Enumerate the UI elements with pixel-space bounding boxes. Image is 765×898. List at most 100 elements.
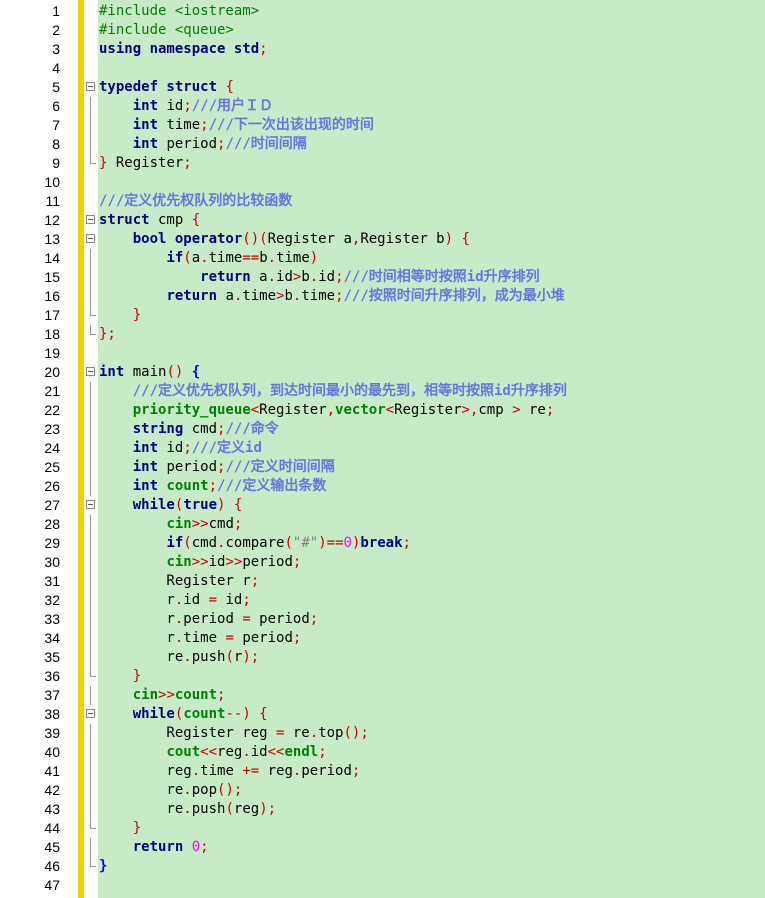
- code-line[interactable]: 8 int period;///时间间隔: [0, 135, 765, 154]
- code-line[interactable]: 1 #include <iostream>: [0, 2, 765, 21]
- code-line[interactable]: 42 re.pop();: [0, 781, 765, 800]
- code-token: }: [132, 820, 142, 836]
- code-text: if(a.time==b.time): [99, 249, 318, 268]
- code-token: =: [208, 592, 218, 608]
- code-token: cin: [166, 554, 192, 570]
- code-line[interactable]: 2 #include <queue>: [0, 21, 765, 40]
- code-line[interactable]: 4: [0, 59, 765, 78]
- code-token: a: [250, 269, 268, 285]
- code-token: >>: [158, 687, 175, 703]
- code-token: >>: [225, 554, 243, 570]
- code-line[interactable]: 19: [0, 344, 765, 363]
- code-line[interactable]: 32 r.id = id;: [0, 591, 765, 610]
- line-number: 34: [44, 630, 60, 646]
- fold-toggle-icon[interactable]: [86, 82, 95, 91]
- code-line[interactable]: 22 priority_queue<Register,vector<Regist…: [0, 401, 765, 420]
- code-token: ,: [326, 402, 336, 418]
- code-line[interactable]: 18};: [0, 325, 765, 344]
- code-token: "#": [292, 535, 319, 551]
- code-line[interactable]: 29 if(cmd.compare("#")==0)break;: [0, 534, 765, 553]
- code-line[interactable]: 36 }: [0, 667, 765, 686]
- fold-guide-line: [90, 268, 91, 287]
- fold-toggle-icon[interactable]: [86, 709, 95, 718]
- code-line[interactable]: 45 return 0;: [0, 838, 765, 857]
- code-token: ///用户ＩＤ: [191, 98, 274, 114]
- code-line[interactable]: 21 ///定义优先权队列，到达时间最小的最先到，相等时按照id升序排列: [0, 382, 765, 401]
- code-line[interactable]: 30 cin>>id>>period;: [0, 553, 765, 572]
- code-line[interactable]: 20 int main() {: [0, 363, 765, 382]
- code-line[interactable]: 10: [0, 173, 765, 192]
- code-line[interactable]: 31 Register r;: [0, 572, 765, 591]
- line-number: 27: [44, 497, 60, 513]
- fold-toggle-icon[interactable]: [86, 500, 95, 509]
- code-line[interactable]: 14 if(a.time==b.time): [0, 249, 765, 268]
- code-line[interactable]: 46}: [0, 857, 765, 876]
- code-line[interactable]: 27 while(true) {: [0, 496, 765, 515]
- code-token: ;: [335, 288, 344, 304]
- code-line[interactable]: 37 cin>>count;: [0, 686, 765, 705]
- code-token: time: [301, 288, 336, 304]
- code-line[interactable]: 28 cin>>cmd;: [0, 515, 765, 534]
- code-editor[interactable]: 1 #include <iostream> 2 #include <queue> 3 us…: [0, 0, 765, 898]
- fold-guide-line: [90, 249, 91, 268]
- code-token: <: [385, 402, 395, 418]
- code-line[interactable]: 16 return a.time>b.time;///按照时间升序排列，成为最小…: [0, 287, 765, 306]
- code-token: (: [225, 649, 234, 665]
- code-token: bool operator: [132, 231, 243, 247]
- code-line[interactable]: 24 int id;///定义id: [0, 439, 765, 458]
- code-text: cin>>id>>period;: [99, 553, 301, 572]
- code-line[interactable]: 43 re.push(reg);: [0, 800, 765, 819]
- code-line[interactable]: 26 int count;///定义输出条数: [0, 477, 765, 496]
- code-token: ;: [242, 592, 251, 608]
- code-text: int main() {: [99, 363, 200, 382]
- code-token: >: [512, 402, 521, 418]
- code-line[interactable]: 5 typedef struct {: [0, 78, 765, 97]
- code-line[interactable]: 39 Register reg = re.top();: [0, 724, 765, 743]
- line-number: 28: [44, 516, 60, 532]
- fold-guide-line: [90, 743, 91, 762]
- fold-guide-line: [90, 439, 91, 458]
- code-token: ;: [309, 611, 319, 627]
- code-line[interactable]: 7 int time;///下一次出该出现的时间: [0, 116, 765, 135]
- code-line[interactable]: 34 r.time = period;: [0, 629, 765, 648]
- code-line[interactable]: 9} Register;: [0, 154, 765, 173]
- fold-toggle-icon[interactable]: [86, 367, 95, 376]
- code-text: }: [99, 306, 141, 325]
- code-token: b: [284, 288, 293, 304]
- fold-toggle-icon[interactable]: [86, 234, 95, 243]
- code-token: ;: [208, 478, 218, 494]
- fold-guide-line: [90, 629, 91, 648]
- code-line[interactable]: 33 r.period = period;: [0, 610, 765, 629]
- code-line[interactable]: 11 ///定义优先权队列的比较函数: [0, 192, 765, 211]
- code-token: ;: [351, 763, 361, 779]
- fold-end-marker: [90, 676, 96, 677]
- code-line[interactable]: 3 using namespace std;: [0, 40, 765, 59]
- code-token: period: [242, 554, 293, 570]
- code-line[interactable]: 41 reg.time += reg.period;: [0, 762, 765, 781]
- code-line[interactable]: 35 re.push(r);: [0, 648, 765, 667]
- code-line[interactable]: 44 }: [0, 819, 765, 838]
- code-line[interactable]: 40 cout<<reg.id<<endl;: [0, 743, 765, 762]
- line-number: 38: [44, 706, 60, 722]
- code-line[interactable]: 25 int period;///定义时间间隔: [0, 458, 765, 477]
- fold-toggle-icon[interactable]: [86, 215, 95, 224]
- fold-guide-line: [90, 838, 91, 857]
- code-token: reg: [259, 763, 293, 779]
- code-line[interactable]: 15 return a.id>b.id;///时间相等时按照id升序排列: [0, 268, 765, 287]
- line-number: 31: [44, 573, 60, 589]
- code-line[interactable]: 38 while(count--) {: [0, 705, 765, 724]
- code-line[interactable]: 17 }: [0, 306, 765, 325]
- code-line[interactable]: 12 struct cmp {: [0, 211, 765, 230]
- code-token: ) {: [444, 231, 470, 247]
- code-token: true: [183, 497, 218, 513]
- code-line[interactable]: 47: [0, 876, 765, 895]
- code-line[interactable]: 13 bool operator()(Register a,Register b…: [0, 230, 765, 249]
- code-line[interactable]: 6 int id;///用户ＩＤ: [0, 97, 765, 116]
- code-lines[interactable]: 1 #include <iostream> 2 #include <queue> 3 us…: [0, 2, 765, 895]
- code-line[interactable]: 23 string cmd;///命令: [0, 420, 765, 439]
